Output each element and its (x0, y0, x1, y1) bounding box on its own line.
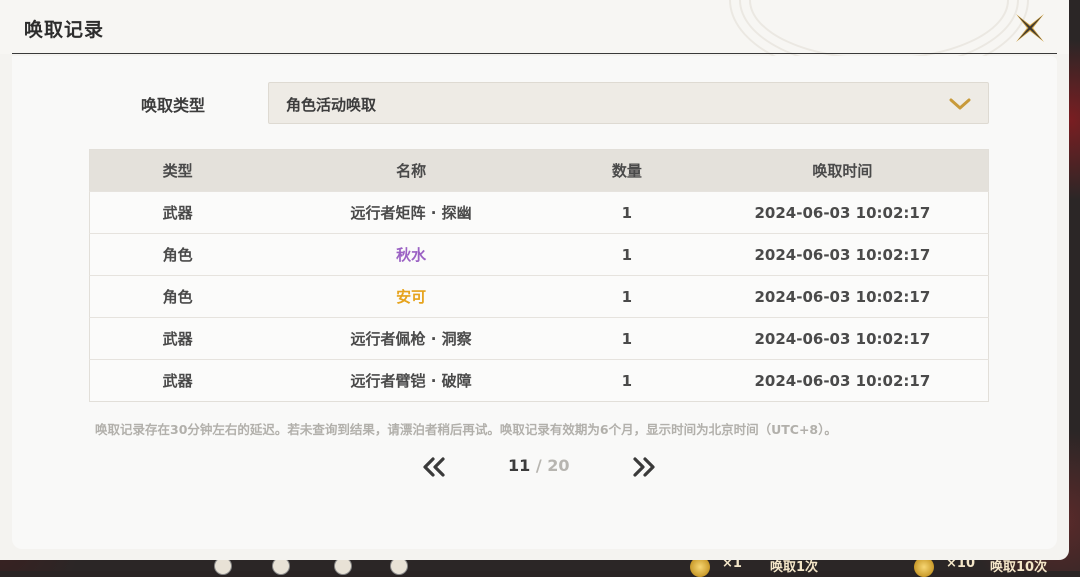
cell-time: 2024-06-03 10:02:17 (696, 275, 989, 318)
page-indicator: 11 / 20 (508, 456, 570, 475)
cell-name: 远行者矩阵 · 探幽 (265, 191, 557, 234)
single-pull-coin-icon (690, 557, 710, 577)
cell-quantity: 1 (556, 317, 697, 360)
table-row: 武器 远行者佩枪 · 洞察 1 2024-06-03 10:02:17 (89, 317, 989, 360)
current-page: 11 (508, 456, 531, 475)
chevron-down-icon (949, 98, 971, 110)
header-type: 类型 (89, 149, 266, 192)
cell-time: 2024-06-03 10:02:17 (696, 317, 989, 360)
pull-type-selected-value: 角色活动唤取 (286, 96, 377, 114)
pull-records-table: 类型 名称 数量 唤取时间 武器 远行者矩阵 · 探幽 1 2024-06-03… (89, 149, 989, 402)
header-divider (12, 53, 1057, 54)
previous-page-button[interactable] (422, 456, 446, 478)
cell-name: 安可 (265, 275, 557, 318)
cell-quantity: 1 (556, 275, 697, 318)
double-chevron-left-icon (423, 457, 445, 477)
cell-type: 武器 (89, 191, 266, 234)
pull-type-select[interactable]: 角色活动唤取 (268, 82, 989, 124)
cell-name: 秋水 (265, 233, 557, 276)
cell-quantity: 1 (556, 233, 697, 276)
total-pages: 20 (547, 456, 570, 475)
cell-type: 武器 (89, 359, 266, 402)
cell-quantity: 1 (556, 359, 697, 402)
dialog-header: 唤取记录 (0, 0, 1069, 60)
table-row: 武器 远行者臂铠 · 破障 1 2024-06-03 10:02:17 (89, 359, 989, 402)
page-separator: / (530, 456, 548, 475)
table-row: 角色 秋水 1 2024-06-03 10:02:17 (89, 233, 989, 276)
cell-name: 远行者佩枪 · 洞察 (265, 317, 557, 360)
table-row: 角色 安可 1 2024-06-03 10:02:17 (89, 275, 989, 318)
ten-pull-coin-icon (914, 557, 934, 577)
next-page-button[interactable] (632, 456, 656, 478)
cell-type: 武器 (89, 317, 266, 360)
cell-time: 2024-06-03 10:02:17 (696, 233, 989, 276)
delay-notice: 唤取记录存在30分钟左右的延迟。若未查询到结果，请漂泊者稍后再试。唤取记录有效期… (95, 422, 837, 437)
close-x-icon (1016, 14, 1044, 42)
cell-type: 角色 (89, 233, 266, 276)
table-header-row: 类型 名称 数量 唤取时间 (89, 149, 989, 192)
close-button[interactable] (1012, 10, 1048, 46)
pull-type-label: 唤取类型 (141, 96, 206, 115)
header-name: 名称 (265, 149, 557, 192)
header-quantity: 数量 (556, 149, 697, 192)
table-row: 武器 远行者矩阵 · 探幽 1 2024-06-03 10:02:17 (89, 191, 989, 234)
cell-time: 2024-06-03 10:02:17 (696, 359, 989, 402)
pull-record-dialog: 唤取记录 唤取类型 角色活动唤取 类型 名称 数量 唤取时间 武器 远行者矩阵 … (0, 0, 1069, 560)
cell-time: 2024-06-03 10:02:17 (696, 191, 989, 234)
cell-quantity: 1 (556, 191, 697, 234)
header-pull-time: 唤取时间 (696, 149, 989, 192)
double-chevron-right-icon (633, 457, 655, 477)
dialog-title: 唤取记录 (24, 19, 105, 41)
cell-type: 角色 (89, 275, 266, 318)
cell-name: 远行者臂铠 · 破障 (265, 359, 557, 402)
header-decoration (749, 0, 1009, 60)
